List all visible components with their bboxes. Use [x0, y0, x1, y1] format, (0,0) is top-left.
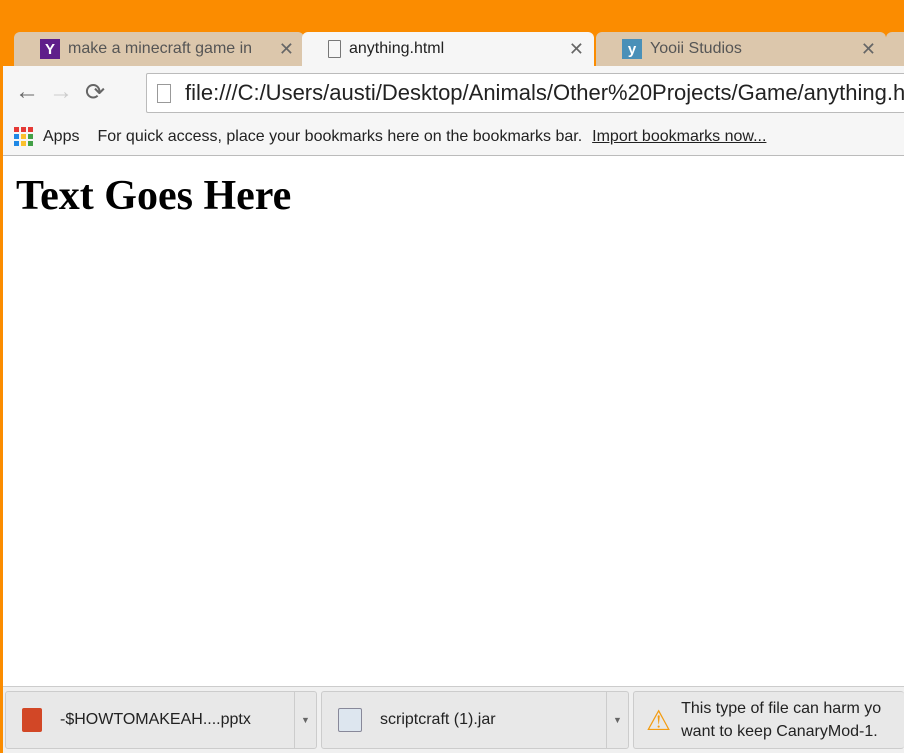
bookmarks-bar: Apps For quick access, place your bookma…	[3, 118, 904, 156]
back-icon[interactable]: ←	[10, 78, 44, 106]
address-bar[interactable]: file:///C:/Users/austi/Desktop/Animals/O…	[146, 73, 904, 113]
import-bookmarks-link[interactable]: Import bookmarks now...	[592, 128, 766, 146]
page-icon	[157, 83, 171, 103]
tab-anything[interactable]: anything.html ✕	[302, 32, 594, 66]
apps-icon[interactable]	[14, 127, 33, 146]
download-warning: ⚠ This type of file can harm yo want to …	[633, 691, 904, 749]
file-icon	[328, 40, 341, 58]
tab-title: make a minecraft game in	[68, 40, 253, 57]
powerpoint-icon	[22, 708, 42, 732]
yahoo-icon: Y	[40, 39, 60, 59]
page-content: Text Goes Here	[3, 156, 904, 686]
bookmarks-hint: For quick access, place your bookmarks h…	[97, 127, 583, 145]
tab-minecraft[interactable]: Y make a minecraft game in ✕	[14, 32, 304, 66]
download-name: -$HOWTOMAKEAH....pptx	[60, 711, 251, 728]
toolbar: ← → ⟳ file:///C:/Users/austi/Desktop/Ani…	[3, 66, 904, 118]
yooii-icon: y	[622, 39, 642, 59]
download-menu-arrow[interactable]: ▼	[294, 692, 316, 748]
warning-line-2: want to keep CanaryMod-1.	[681, 723, 878, 740]
download-item-pptx[interactable]: -$HOWTOMAKEAH....pptx ▼	[5, 691, 317, 749]
download-name: scriptcraft (1).jar	[380, 711, 496, 728]
close-tab-icon[interactable]: ✕	[279, 39, 294, 60]
page-heading: Text Goes Here	[16, 173, 292, 219]
forward-icon[interactable]: →	[44, 78, 78, 106]
close-tab-icon[interactable]: ✕	[569, 39, 584, 60]
url-text[interactable]: file:///C:/Users/austi/Desktop/Animals/O…	[185, 80, 904, 106]
warning-icon: ⚠	[646, 704, 672, 736]
download-menu-arrow[interactable]: ▼	[606, 692, 628, 748]
reload-icon[interactable]: ⟳	[78, 78, 112, 107]
tab-yooii[interactable]: y Yooii Studios ✕	[596, 32, 886, 66]
apps-link[interactable]: Apps	[43, 128, 79, 146]
tab-title: Yooii Studios	[650, 40, 742, 57]
warning-line-1: This type of file can harm yo	[681, 700, 882, 717]
tab-title: anything.html	[349, 40, 445, 57]
java-icon	[338, 708, 362, 732]
download-item-jar[interactable]: scriptcraft (1).jar ▼	[321, 691, 629, 749]
new-tab-button[interactable]	[886, 32, 904, 66]
close-tab-icon[interactable]: ✕	[861, 39, 876, 60]
downloads-bar: -$HOWTOMAKEAH....pptx ▼ scriptcraft (1).…	[3, 686, 904, 753]
